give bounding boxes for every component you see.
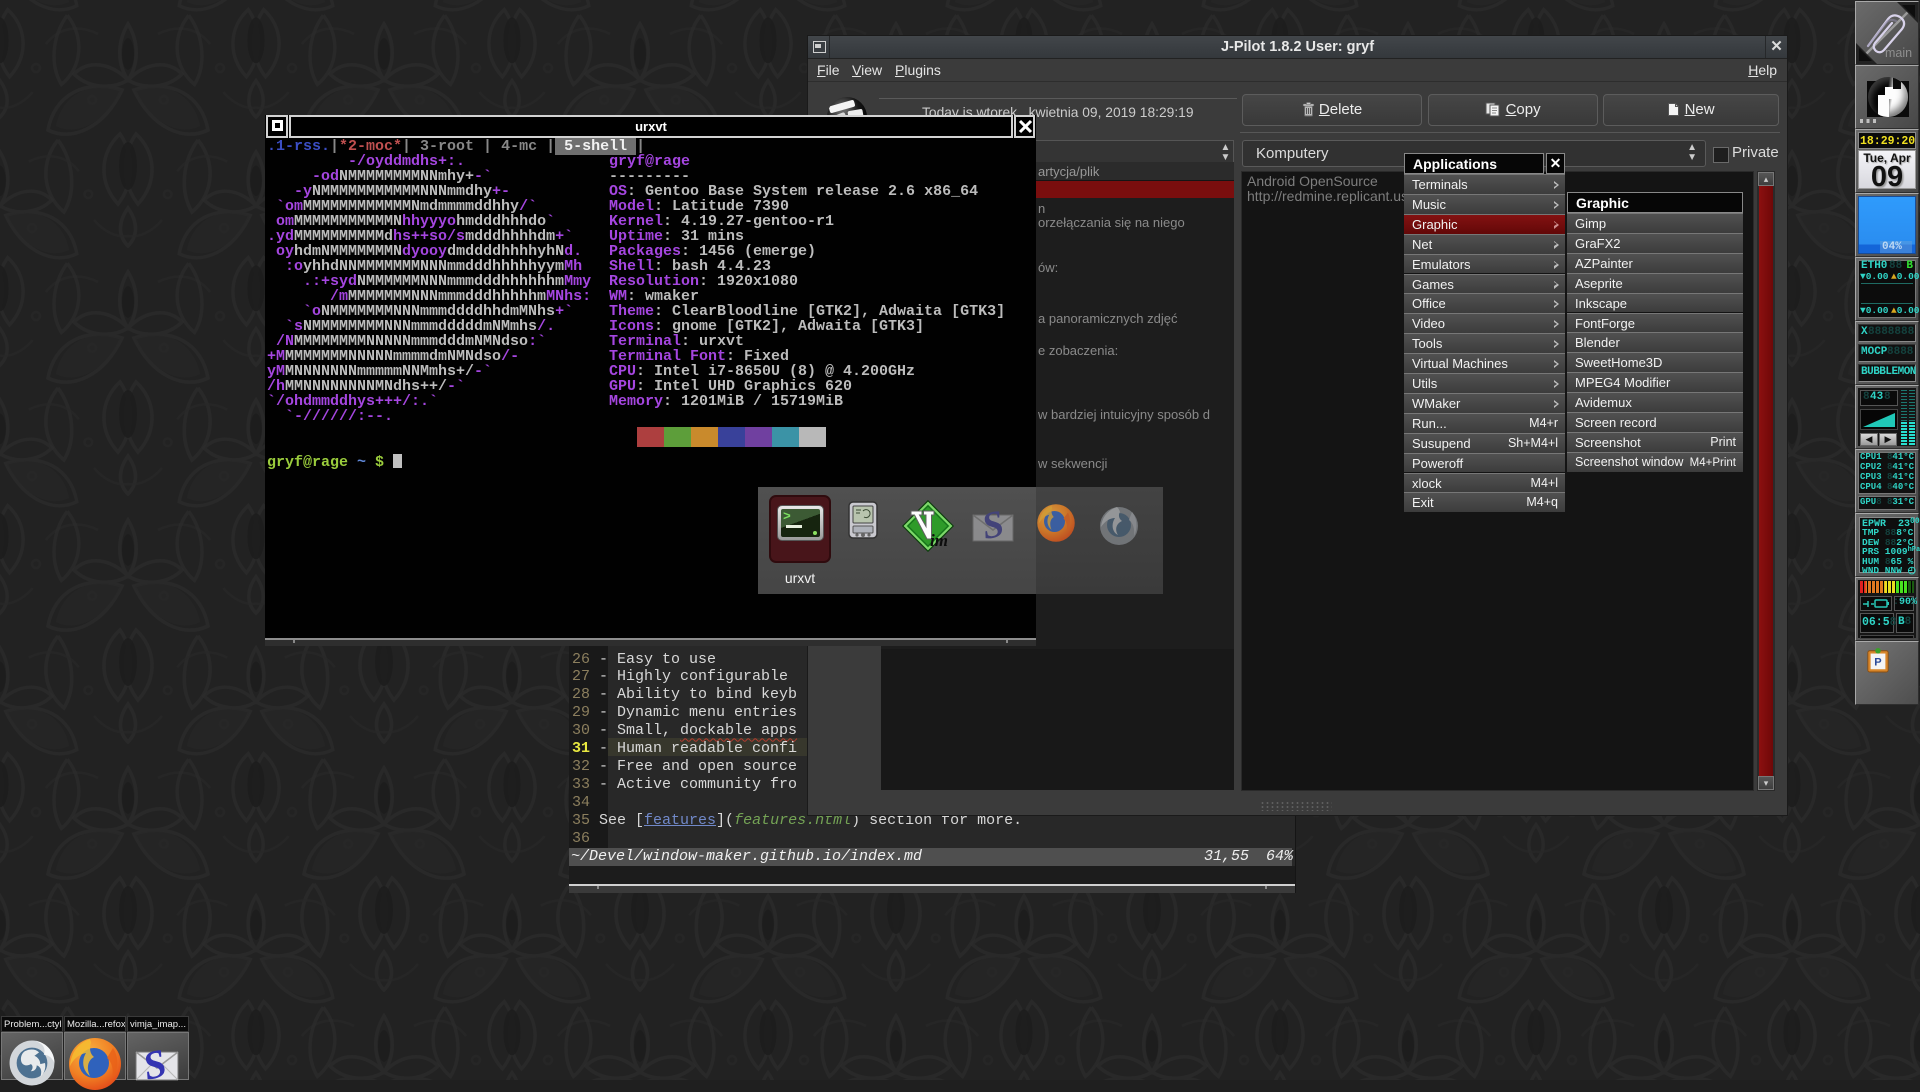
svg-text:main: main — [1885, 46, 1912, 60]
svg-text:P: P — [1874, 657, 1881, 669]
svg-text:im: im — [930, 531, 948, 550]
